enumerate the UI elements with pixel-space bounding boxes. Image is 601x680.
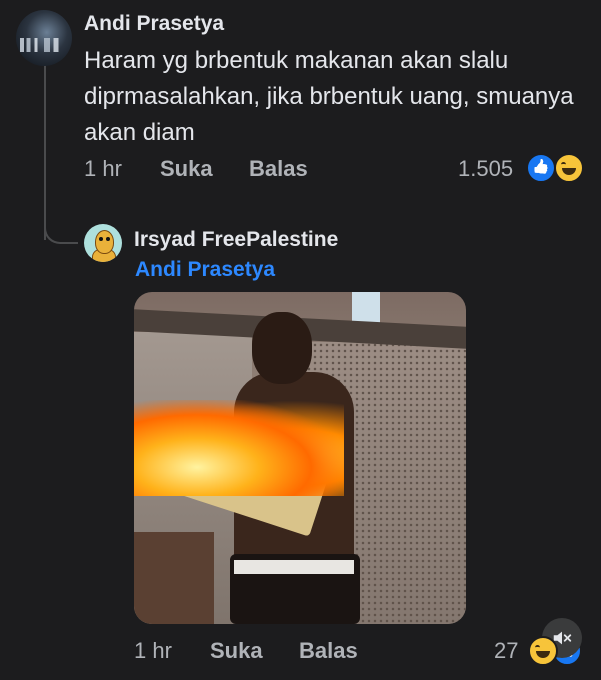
reaction-count[interactable]: 27 xyxy=(494,638,518,664)
reply-mention[interactable]: Andi Prasetya xyxy=(135,258,275,282)
reaction-count[interactable]: 1.505 xyxy=(458,156,513,182)
like-button[interactable]: Suka xyxy=(160,156,213,182)
thread-line xyxy=(44,64,46,240)
avatar[interactable] xyxy=(16,10,72,66)
reply-button[interactable]: Balas xyxy=(249,156,308,182)
reply-time: 1 hr xyxy=(134,638,172,663)
like-icon[interactable] xyxy=(526,153,556,183)
comment-author[interactable]: Andi Prasetya xyxy=(84,12,224,36)
reply-author[interactable]: Irsyad FreePalestine xyxy=(134,228,338,252)
thread-connector xyxy=(44,218,78,244)
reply-button[interactable]: Balas xyxy=(299,638,358,664)
reply-photo[interactable] xyxy=(134,292,466,624)
like-button[interactable]: Suka xyxy=(210,638,263,664)
avatar[interactable] xyxy=(84,224,122,262)
haha-icon[interactable] xyxy=(528,636,558,666)
comment-time: 1 hr xyxy=(84,156,122,181)
haha-icon[interactable] xyxy=(554,153,584,183)
comment-text: Haram yg brbentuk makanan akan slalu dip… xyxy=(84,47,574,146)
